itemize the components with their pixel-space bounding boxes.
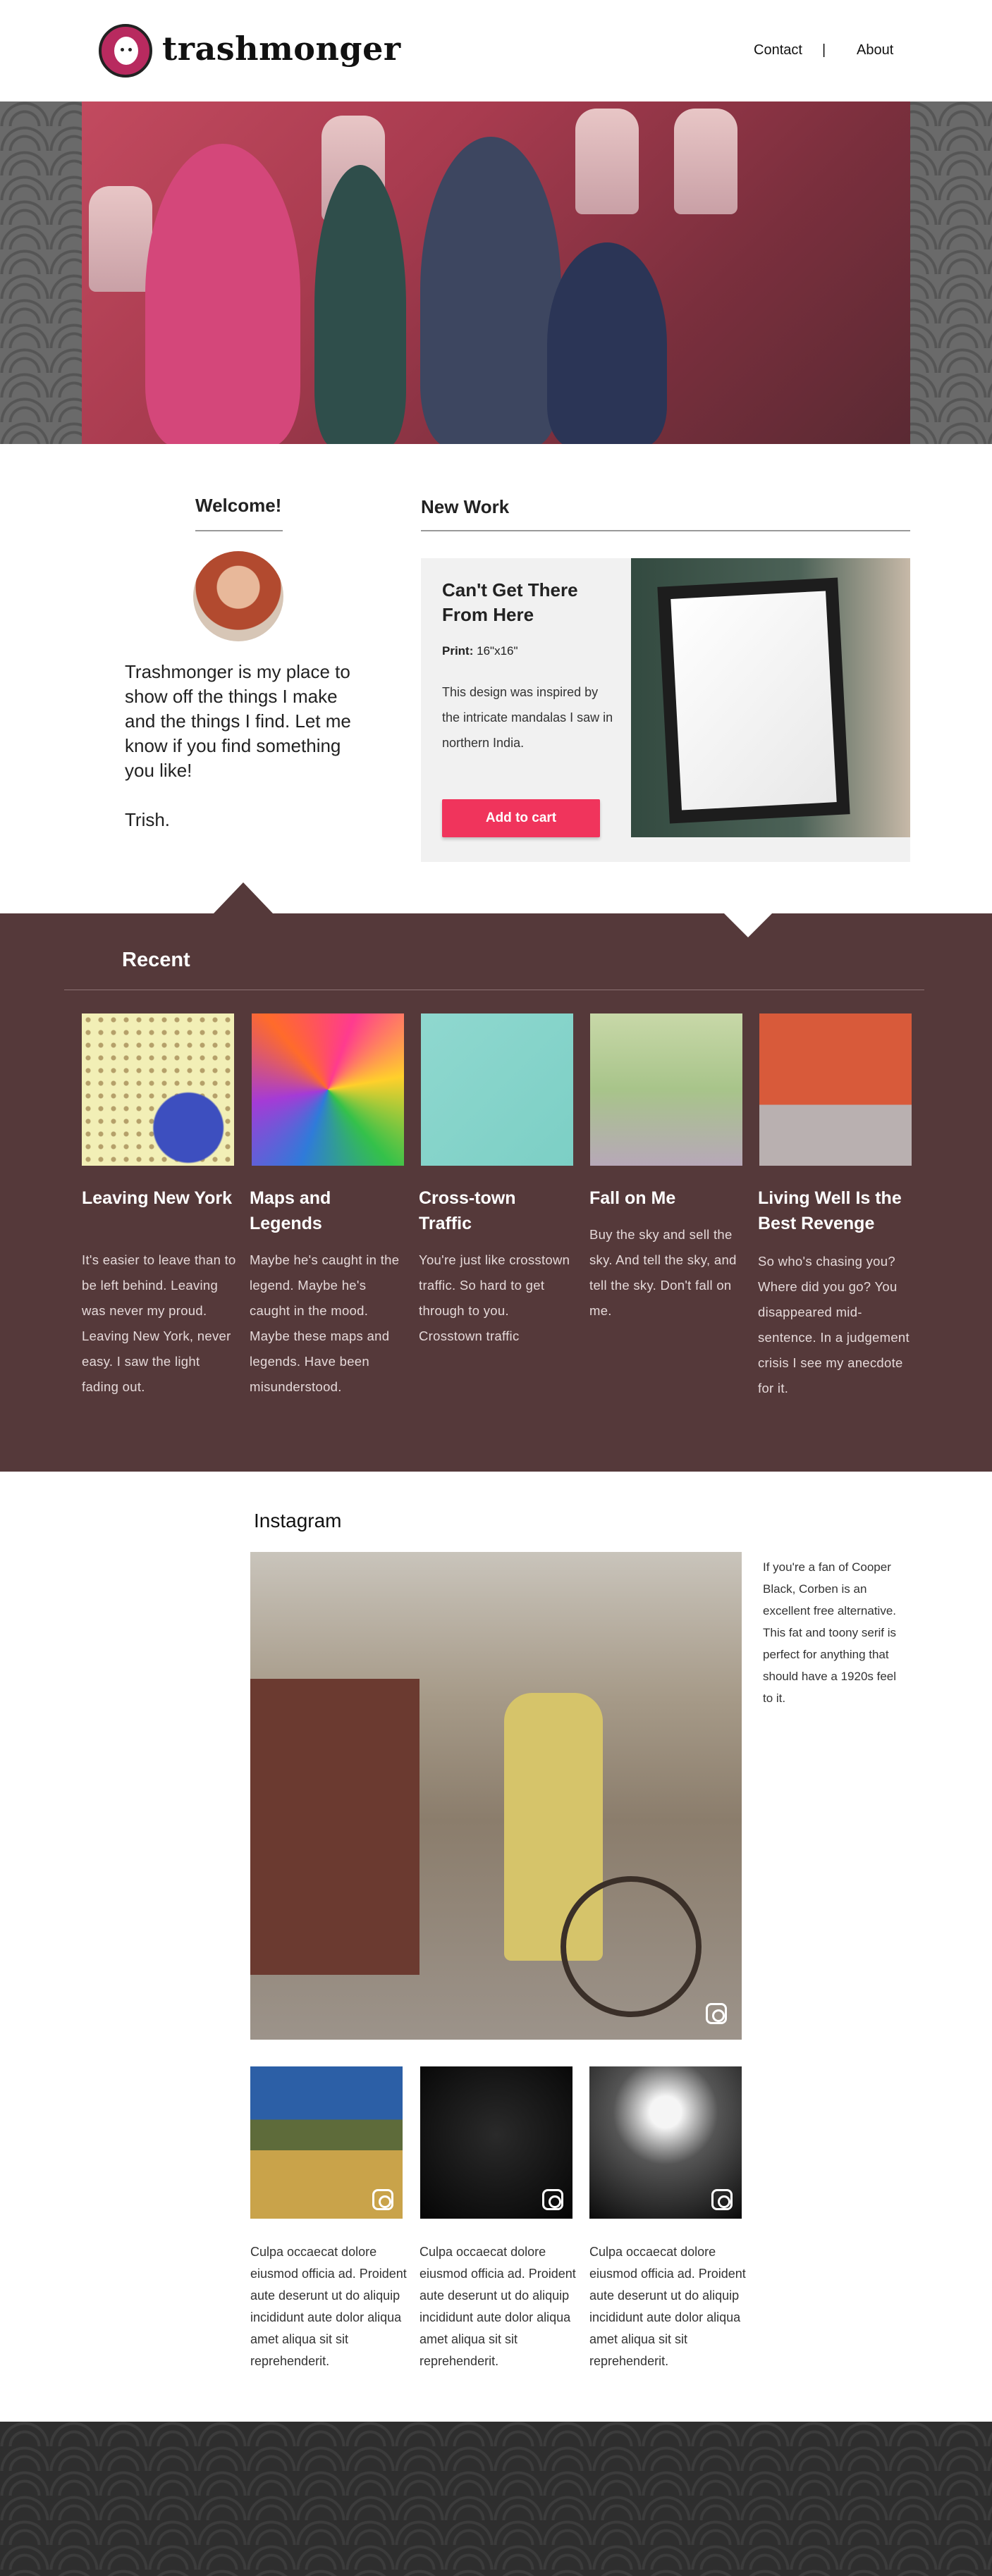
instagram-caption: Culpa occaecat dolore eiusmod officia ad… [589,2245,746,2368]
wheel [561,1876,702,2017]
site-footer [0,2422,992,2576]
recent-image[interactable] [82,1013,234,1166]
logo-eye-left [121,48,124,51]
welcome-heading: Welcome! [195,495,282,516]
instagram-thumb[interactable] [250,2066,403,2219]
recent-section: Recent Leaving New York Maps and Legends… [0,913,992,1472]
logo-face-icon [114,37,138,65]
new-work-card: Can't Get There From Here Print: 16"x16"… [421,558,910,862]
hero-person [547,242,667,444]
instagram-main-photo[interactable] [250,1552,742,2040]
recent-item-title[interactable]: Fall on Me [589,1185,742,1211]
site-header: trashmonger Contact | About [0,0,992,101]
hero-banner [0,101,992,444]
hero-person [145,144,300,444]
instagram-heading: Instagram [254,1510,342,1532]
instagram-icon [711,2189,733,2210]
recent-item-text: So who's chasing you? Where did you go? … [758,1254,910,1395]
instagram-icon [706,2003,727,2024]
recent-image[interactable] [252,1013,404,1166]
logo-eye-right [128,48,132,51]
section-notch [214,882,273,913]
recent-item-text: You're just like crosstown traffic. So h… [419,1252,570,1343]
new-work-heading: New Work [421,496,510,517]
recent-image[interactable] [590,1013,742,1166]
recent-heading: Recent [122,949,190,971]
hero-photo [82,101,910,444]
recent-item-text: Buy the sky and sell the sky. And tell t… [589,1227,737,1318]
logo-icon[interactable] [99,24,152,78]
recent-item-text: It's easier to leave than to be left beh… [82,1252,236,1394]
hero-person [314,165,406,444]
product-image[interactable] [631,558,910,837]
print-label: Print: [442,644,474,658]
recent-image[interactable] [759,1013,912,1166]
hero-bottle [89,186,152,292]
instagram-thumb[interactable] [589,2066,742,2219]
brand-name[interactable]: trashmonger [162,30,401,68]
instagram-icon [372,2189,393,2210]
divider [421,530,910,531]
signature: Trish. [125,809,171,830]
nav-contact[interactable]: Contact [754,42,802,58]
nav-about[interactable]: About [857,42,893,58]
avatar [193,551,283,641]
instagram-thumb[interactable] [420,2066,572,2219]
product-description: This design was inspired by the intricat… [442,685,613,750]
add-to-cart-button[interactable]: Add to cart [442,799,600,837]
hero-bottle [575,109,639,214]
welcome-text: Trashmonger is my place to show off the … [125,661,351,781]
nav-separator: | [822,42,826,58]
print-value: 16"x16" [477,644,518,658]
rickshaw [250,1679,420,1975]
recent-item-title[interactable]: Cross-town Traffic [419,1185,571,1236]
recent-item-title[interactable]: Leaving New York [82,1185,234,1211]
frame-canvas [670,591,837,811]
section-notch [724,913,772,937]
recent-item-title[interactable]: Maps and Legends [250,1185,402,1236]
instagram-caption: Culpa occaecat dolore eiusmod officia ad… [250,2245,407,2368]
print-size: Print: 16"x16" [442,644,518,658]
instagram-note: If you're a fan of Cooper Black, Corben … [763,1560,897,1705]
picture-frame [657,577,850,824]
instagram-icon [542,2189,563,2210]
hero-person [420,137,561,444]
recent-item-title[interactable]: Living Well Is the Best Revenge [758,1185,910,1236]
product-title[interactable]: Can't Get There From Here [442,578,604,627]
recent-item-text: Maybe he's caught in the legend. Maybe h… [250,1252,400,1394]
instagram-caption: Culpa occaecat dolore eiusmod officia ad… [420,2245,576,2368]
hero-bottle [674,109,737,214]
divider [195,530,283,531]
recent-image[interactable] [421,1013,573,1166]
